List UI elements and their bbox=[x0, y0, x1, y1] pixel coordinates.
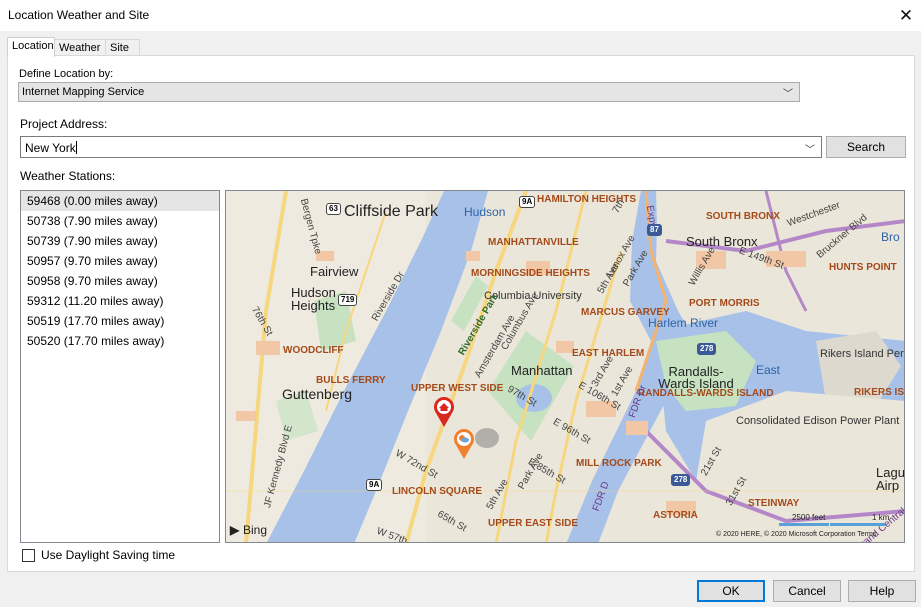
project-address-input[interactable]: New York ﹀ bbox=[20, 136, 822, 158]
route-shield: 719 bbox=[338, 294, 358, 306]
map-label: MANHATTANVILLE bbox=[488, 237, 579, 248]
map-label: HAMILTON HEIGHTS bbox=[537, 194, 637, 205]
map-copyright[interactable]: © 2020 HERE, © 2020 Microsoft Corporatio… bbox=[716, 531, 876, 538]
list-item[interactable]: 50958 (9.70 miles away) bbox=[21, 271, 219, 291]
map-label: Guttenberg bbox=[282, 386, 353, 402]
bing-logo-text: Bing bbox=[243, 523, 268, 537]
map-label: MILL ROCK PARK bbox=[576, 458, 662, 469]
chevron-down-icon[interactable]: ﹀ bbox=[805, 141, 815, 156]
map-label: Cliffside Park bbox=[344, 203, 438, 220]
map-label: Rikers Island Penitentiary bbox=[820, 348, 904, 360]
map-label: Lagu Airp bbox=[876, 465, 905, 493]
tab-weather[interactable]: Weather bbox=[54, 39, 106, 56]
define-location-select[interactable]: Internet Mapping Service ﹀ bbox=[18, 82, 800, 102]
use-dst-label: Use Daylight Saving time bbox=[41, 548, 176, 562]
weather-station-pin-icon[interactable] bbox=[453, 428, 475, 460]
cancel-button[interactable]: Cancel bbox=[773, 580, 841, 602]
list-item[interactable]: 50519 (17.70 miles away) bbox=[21, 311, 219, 331]
list-item[interactable]: 50520 (17.70 miles away) bbox=[21, 331, 219, 351]
weather-stations-label: Weather Stations: bbox=[20, 169, 116, 183]
title-bar: Location Weather and Site ✕ bbox=[0, 0, 921, 31]
map-label: East bbox=[756, 363, 781, 377]
map-label: Bro Riv bbox=[881, 230, 904, 244]
list-item[interactable]: 50739 (7.90 miles away) bbox=[21, 231, 219, 251]
route-shield: 9A bbox=[366, 479, 383, 491]
checkbox-box[interactable] bbox=[22, 548, 35, 562]
list-item[interactable]: 50738 (7.90 miles away) bbox=[21, 211, 219, 231]
tab-location[interactable]: Location bbox=[7, 37, 55, 57]
map-label: MARCUS GARVEY bbox=[581, 307, 670, 318]
search-button[interactable]: Search bbox=[826, 136, 906, 158]
list-item[interactable]: 59468 (0.00 miles away) bbox=[21, 191, 219, 211]
text-caret bbox=[75, 141, 77, 154]
map-label: UPPER EAST SIDE bbox=[488, 518, 579, 529]
close-icon[interactable]: ✕ bbox=[891, 0, 921, 31]
map-shadow-blob bbox=[475, 428, 499, 448]
map-view[interactable]: Cliffside Park Hudson HAMILTON HEIGHTS S… bbox=[225, 190, 905, 543]
map-label: Manhattan bbox=[511, 363, 573, 378]
map-label: Consolidated Edison Power Plant bbox=[736, 416, 899, 427]
list-item[interactable]: 59312 (11.20 miles away) bbox=[21, 291, 219, 311]
route-shield: 9A bbox=[519, 196, 536, 208]
route-shield: 278 bbox=[697, 343, 717, 355]
route-shield: 63 bbox=[326, 203, 341, 215]
project-address-value: New York bbox=[25, 141, 76, 155]
map-label: WOODCLIFF bbox=[283, 345, 344, 356]
project-address-label: Project Address: bbox=[20, 117, 108, 131]
define-location-value: Internet Mapping Service bbox=[22, 86, 145, 98]
chevron-down-icon: ﹀ bbox=[783, 89, 793, 100]
bing-logo-icon: ▶ bbox=[230, 523, 240, 537]
home-location-pin-icon[interactable] bbox=[433, 396, 455, 428]
help-button[interactable]: Help bbox=[848, 580, 916, 602]
map-label: PORT MORRIS bbox=[689, 298, 760, 309]
map-label: STEINWAY bbox=[748, 498, 800, 509]
use-dst-checkbox[interactable]: Use Daylight Saving time bbox=[22, 547, 175, 563]
map-label: ASTORIA bbox=[653, 510, 698, 521]
map-label: RANDALLS-WARDS ISLAND bbox=[638, 388, 774, 399]
map-label: HUNTS POINT bbox=[829, 262, 897, 273]
scale-bar-km bbox=[830, 523, 885, 526]
weather-stations-list[interactable]: 59468 (0.00 miles away) 50738 (7.90 mile… bbox=[20, 190, 220, 543]
route-shield: 278 bbox=[671, 474, 691, 486]
scale-feet-label: 2500 feet bbox=[792, 513, 826, 522]
map-label: Fairview bbox=[310, 264, 359, 279]
list-item[interactable]: 50957 (9.70 miles away) bbox=[21, 251, 219, 271]
window-title: Location Weather and Site bbox=[8, 8, 150, 22]
map-label: Harlem River bbox=[648, 316, 719, 330]
map-label: RIKERS ISLAND bbox=[854, 387, 904, 398]
map-label: UPPER WEST SIDE bbox=[411, 383, 504, 394]
ok-button[interactable]: OK bbox=[697, 580, 765, 602]
map-label: BULLS FERRY bbox=[316, 375, 386, 386]
define-location-label: Define Location by: bbox=[19, 68, 114, 80]
map-label: Hudson bbox=[464, 205, 506, 219]
route-shield: 87 bbox=[647, 224, 662, 236]
map-label: Randalls-Wards Island bbox=[658, 364, 734, 391]
scale-km-label: 1 km bbox=[872, 513, 890, 522]
map-label: LINCOLN SQUARE bbox=[392, 487, 482, 497]
map-label: SOUTH BRONX bbox=[706, 211, 780, 222]
map-label: MORNINGSIDE HEIGHTS bbox=[471, 268, 590, 279]
scale-bar-feet bbox=[779, 523, 829, 526]
tab-site[interactable]: Site bbox=[105, 39, 140, 56]
